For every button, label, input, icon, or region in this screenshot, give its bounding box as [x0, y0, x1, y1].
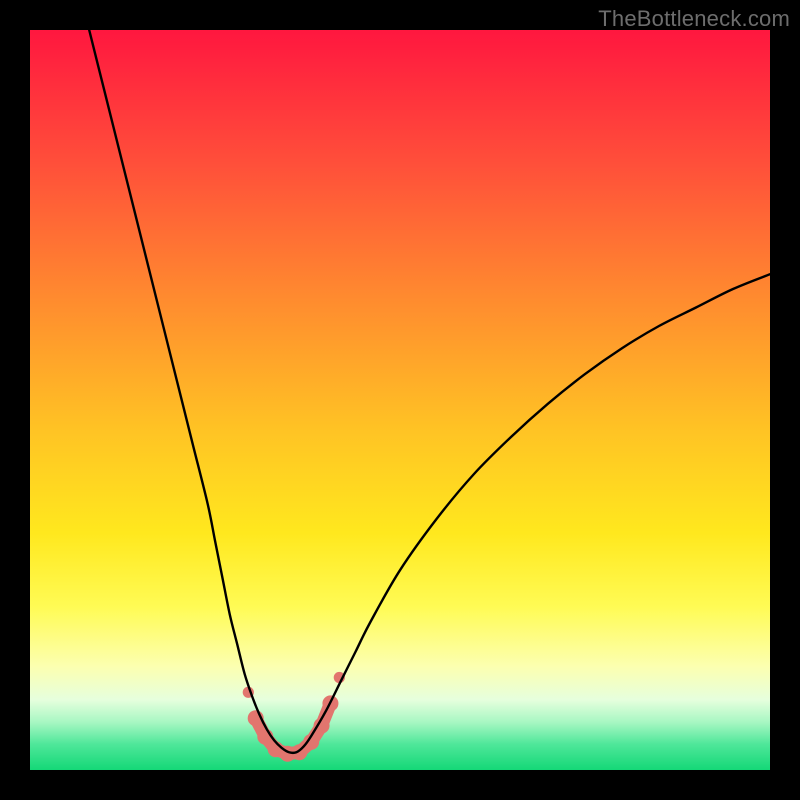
marker-cluster	[243, 672, 345, 762]
curve-layer	[30, 30, 770, 770]
watermark-label: TheBottleneck.com	[598, 6, 790, 32]
chart-frame: TheBottleneck.com	[0, 0, 800, 800]
bottleneck-curve	[89, 30, 770, 753]
plot-area	[30, 30, 770, 770]
